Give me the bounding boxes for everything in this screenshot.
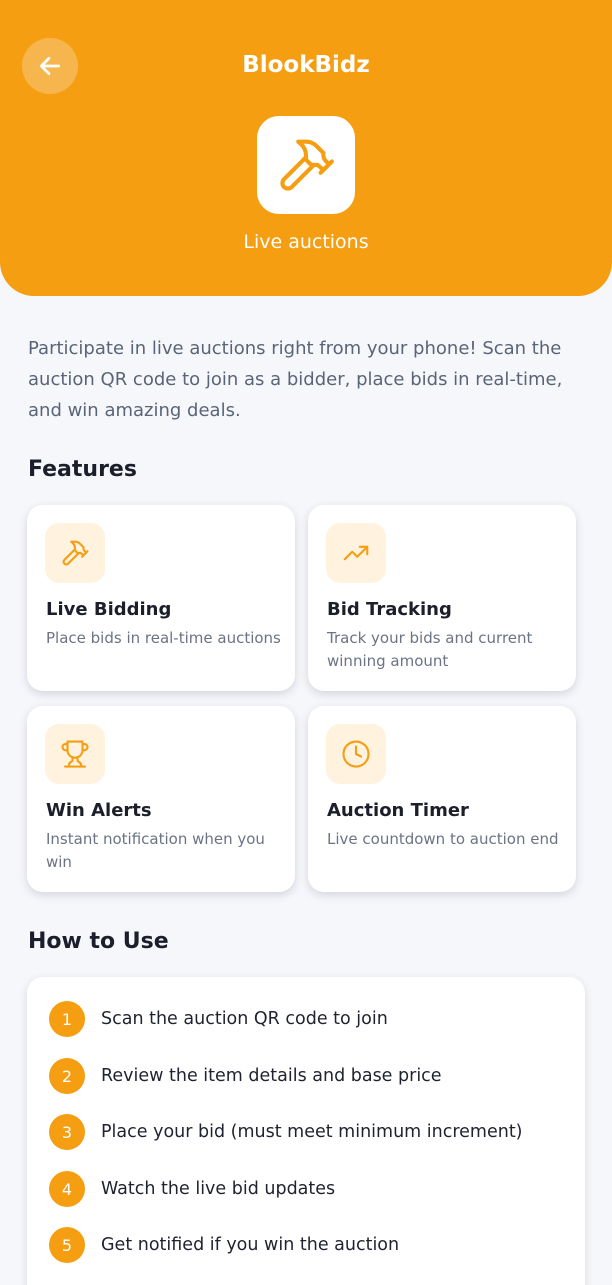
feature-title: Win Alerts (46, 800, 152, 821)
hero-icon-tile (257, 116, 355, 214)
how-to-use-card: 1 Scan the auction QR code to join 2 Rev… (27, 977, 585, 1285)
trophy-icon (61, 740, 89, 768)
step-number-badge: 1 (49, 1001, 85, 1037)
step-item: 5 Get notified if you win the auction (49, 1226, 569, 1264)
feature-icon-box (326, 523, 386, 583)
how-to-use-heading: How to Use (28, 929, 169, 954)
step-text: Place your bid (must meet minimum increm… (101, 1122, 523, 1142)
hero-subtitle: Live auctions (243, 231, 369, 253)
app-title: BlookBidz (242, 52, 370, 78)
step-number-badge: 2 (49, 1058, 85, 1094)
hammer-icon (280, 139, 334, 191)
hammer-icon (62, 540, 89, 566)
feature-card-live-bidding[interactable]: Live Bidding Place bids in real-time auc… (27, 505, 295, 691)
feature-description: Track your bids and current winning amou… (327, 629, 533, 670)
feature-icon-box (45, 724, 105, 784)
step-item: 3 Place your bid (must meet minimum incr… (49, 1113, 569, 1151)
step-number-badge: 3 (49, 1114, 85, 1150)
step-text: Review the item details and base price (101, 1066, 442, 1086)
feature-icon-box (45, 523, 105, 583)
step-number-badge: 5 (49, 1227, 85, 1263)
clock-icon (342, 740, 370, 768)
app-header: BlookBidz Live auctions (0, 0, 612, 296)
step-text: Get notified if you win the auction (101, 1235, 400, 1255)
feature-description: Live countdown to auction end (327, 830, 559, 848)
feature-description: Instant notification when you win (46, 830, 265, 871)
features-heading: Features (28, 457, 137, 482)
step-text: Watch the live bid updates (101, 1179, 336, 1199)
feature-title: Bid Tracking (327, 599, 452, 620)
feature-card-win-alerts[interactable]: Win Alerts Instant notification when you… (27, 706, 295, 892)
step-text: Scan the auction QR code to join (101, 1009, 388, 1029)
step-item: 2 Review the item details and base price (49, 1057, 569, 1095)
step-item: 4 Watch the live bid updates (49, 1170, 569, 1208)
feature-card-auction-timer[interactable]: Auction Timer Live countdown to auction … (308, 706, 576, 892)
feature-title: Auction Timer (327, 800, 469, 821)
trending-up-icon (343, 545, 369, 561)
feature-title: Live Bidding (46, 599, 172, 620)
step-item: 1 Scan the auction QR code to join (49, 1000, 569, 1038)
feature-card-bid-tracking[interactable]: Bid Tracking Track your bids and current… (308, 505, 576, 691)
feature-description: Place bids in real-time auctions (46, 629, 281, 647)
step-number-badge: 4 (49, 1171, 85, 1207)
intro-text: Participate in live auctions right from … (28, 338, 563, 421)
feature-icon-box (326, 724, 386, 784)
